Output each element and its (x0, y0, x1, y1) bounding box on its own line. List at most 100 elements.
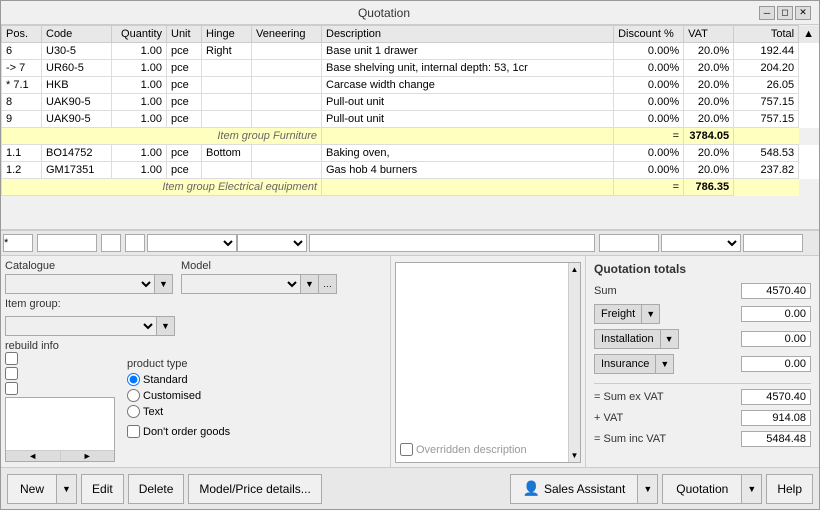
rebuild-list[interactable]: ◄ ► (5, 397, 115, 462)
content-area: Catalogue ▼ Model ▼ … Item g (1, 256, 819, 467)
sales-assistant-button[interactable]: 👤 Sales Assistant (510, 474, 639, 504)
rebuild-next-btn[interactable]: ► (61, 451, 115, 461)
freight-value: 0.00 (741, 306, 811, 322)
cb-row-2 (5, 367, 115, 380)
window-controls: ─ ◻ ✕ (759, 6, 811, 20)
right-panel: Quotation totals Sum 4570.40 Freight ▼ 0… (586, 256, 819, 467)
divider-input-4[interactable] (125, 234, 145, 252)
radio-text-label: Text (143, 406, 163, 418)
quotation-group: Quotation ▼ (662, 474, 762, 504)
freight-btn-arrow[interactable]: ▼ (642, 304, 660, 324)
col-veneer: Veneering (252, 26, 322, 43)
table-row[interactable]: 8 UAK90-5 1.00 pce Pull-out unit 0.00% 2… (2, 94, 819, 111)
radio-customised-input[interactable] (127, 389, 140, 402)
divider-select-vat[interactable] (661, 234, 741, 252)
freight-btn-main[interactable]: Freight (594, 304, 642, 324)
model-extra-btn[interactable]: … (319, 274, 337, 294)
installation-btn-main[interactable]: Installation (594, 329, 661, 349)
insurance-btn-main[interactable]: Insurance (594, 354, 656, 374)
insurance-btn: Insurance ▼ (594, 354, 674, 374)
sales-assistant-dropdown-btn[interactable]: ▼ (638, 474, 658, 504)
cb-2[interactable] (5, 367, 18, 380)
table-row[interactable]: -> 7 UR60-5 1.00 pce Base shelving unit,… (2, 60, 819, 77)
table-row[interactable]: Item group Furniture = 3784.05 (2, 128, 819, 145)
person-icon: 👤 (523, 480, 540, 497)
overridden-label-row: Overridden description (400, 443, 527, 456)
catalogue-select[interactable] (5, 274, 155, 294)
quotation-button[interactable]: Quotation (662, 474, 742, 504)
model-dropdown-btn[interactable]: ▼ (301, 274, 319, 294)
radio-text-input[interactable] (127, 405, 140, 418)
ta-scroll-up[interactable]: ▲ (569, 265, 580, 274)
rebuild-section: rebuild info ◄ ► product t (5, 340, 386, 463)
dont-order-cb[interactable] (127, 425, 140, 438)
sum-row: Sum 4570.40 (594, 283, 811, 299)
radio-standard-input[interactable] (127, 373, 140, 386)
divider-input-desc[interactable] (309, 234, 595, 252)
col-pos: Pos. (2, 26, 42, 43)
table-row[interactable]: * 7.1 HKB 1.00 pce Carcase width change … (2, 77, 819, 94)
model-combo: ▼ … (181, 274, 337, 294)
divider-input-disc[interactable] (599, 234, 659, 252)
catalogue-dropdown-btn[interactable]: ▼ (155, 274, 173, 294)
new-button-group: New ▼ (7, 474, 77, 504)
model-select[interactable] (181, 274, 301, 294)
sum-inc-vat-label: = Sum inc VAT (594, 433, 666, 445)
middle-panel: ▲ ▼ Overridden description (391, 256, 586, 467)
restore-button[interactable]: ◻ (777, 6, 793, 20)
dont-order-label: Don't order goods (143, 426, 230, 438)
item-group-dropdown-btn[interactable]: ▼ (157, 316, 175, 336)
radio-customised: Customised (127, 389, 230, 402)
divider-input-2[interactable] (37, 234, 97, 252)
freight-btn: Freight ▼ (594, 304, 660, 324)
ta-scrollbar: ▲ ▼ (568, 263, 580, 462)
rebuild-prev-btn[interactable]: ◄ (6, 451, 61, 461)
new-dropdown-btn[interactable]: ▼ (57, 474, 77, 504)
description-textarea[interactable]: ▲ ▼ Overridden description (395, 262, 581, 463)
table-row[interactable]: 6 U30-5 1.00 pce Right Base unit 1 drawe… (2, 43, 819, 60)
insurance-btn-arrow[interactable]: ▼ (656, 354, 674, 374)
bottom-bar: New ▼ Edit Delete Model/Price details...… (1, 467, 819, 509)
divider-input-3[interactable] (101, 234, 121, 252)
radio-text: Text (127, 405, 230, 418)
table-row[interactable]: 1.2 GM17351 1.00 pce Gas hob 4 burners 0… (2, 162, 819, 179)
sum-inc-vat-value: 5484.48 (741, 431, 811, 447)
dont-order-row: Don't order goods (127, 425, 230, 438)
catalogue-group: Catalogue ▼ (5, 260, 173, 294)
new-button[interactable]: New (7, 474, 57, 504)
model-group: Model ▼ … (181, 260, 337, 294)
delete-button[interactable]: Delete (128, 474, 185, 504)
catalogue-label: Catalogue (5, 260, 173, 272)
divider-select-2[interactable] (237, 234, 307, 252)
divider-input-1[interactable] (3, 234, 33, 252)
title-bar: Quotation ─ ◻ ✕ (1, 1, 819, 25)
overridden-cb[interactable] (400, 443, 413, 456)
divider-input-total[interactable] (743, 234, 803, 252)
sum-inc-vat-row: = Sum inc VAT 5484.48 (594, 431, 811, 447)
freight-row: Freight ▼ 0.00 (594, 304, 811, 324)
minimize-button[interactable]: ─ (759, 6, 775, 20)
quotation-totals-title: Quotation totals (594, 262, 811, 276)
window-title: Quotation (9, 6, 759, 20)
close-button[interactable]: ✕ (795, 6, 811, 20)
divider-select-1[interactable] (147, 234, 237, 252)
model-price-button[interactable]: Model/Price details... (188, 474, 321, 504)
edit-button[interactable]: Edit (81, 474, 124, 504)
col-total: Total (734, 26, 799, 43)
help-button[interactable]: Help (766, 474, 813, 504)
table-row[interactable]: 1.1 BO14752 1.00 pce Bottom Baking oven,… (2, 145, 819, 162)
radio-standard-label: Standard (143, 374, 188, 386)
ta-scroll-down[interactable]: ▼ (569, 451, 580, 460)
cb-3[interactable] (5, 382, 18, 395)
catalogue-model-row: Catalogue ▼ Model ▼ … (5, 260, 386, 294)
table-row[interactable]: Item group Electrical equipment = 786.35 (2, 179, 819, 196)
item-group-select[interactable] (5, 316, 157, 336)
sales-assistant-group: 👤 Sales Assistant ▼ (510, 474, 659, 504)
radio-customised-label: Customised (143, 390, 201, 402)
installation-btn-arrow[interactable]: ▼ (661, 329, 679, 349)
cb-1[interactable] (5, 352, 18, 365)
table-row[interactable]: 9 UAK90-5 1.00 pce Pull-out unit 0.00% 2… (2, 111, 819, 128)
sum-ex-vat-value: 4570.40 (741, 389, 811, 405)
quotation-dropdown-btn[interactable]: ▼ (742, 474, 762, 504)
model-label: Model (181, 260, 337, 272)
